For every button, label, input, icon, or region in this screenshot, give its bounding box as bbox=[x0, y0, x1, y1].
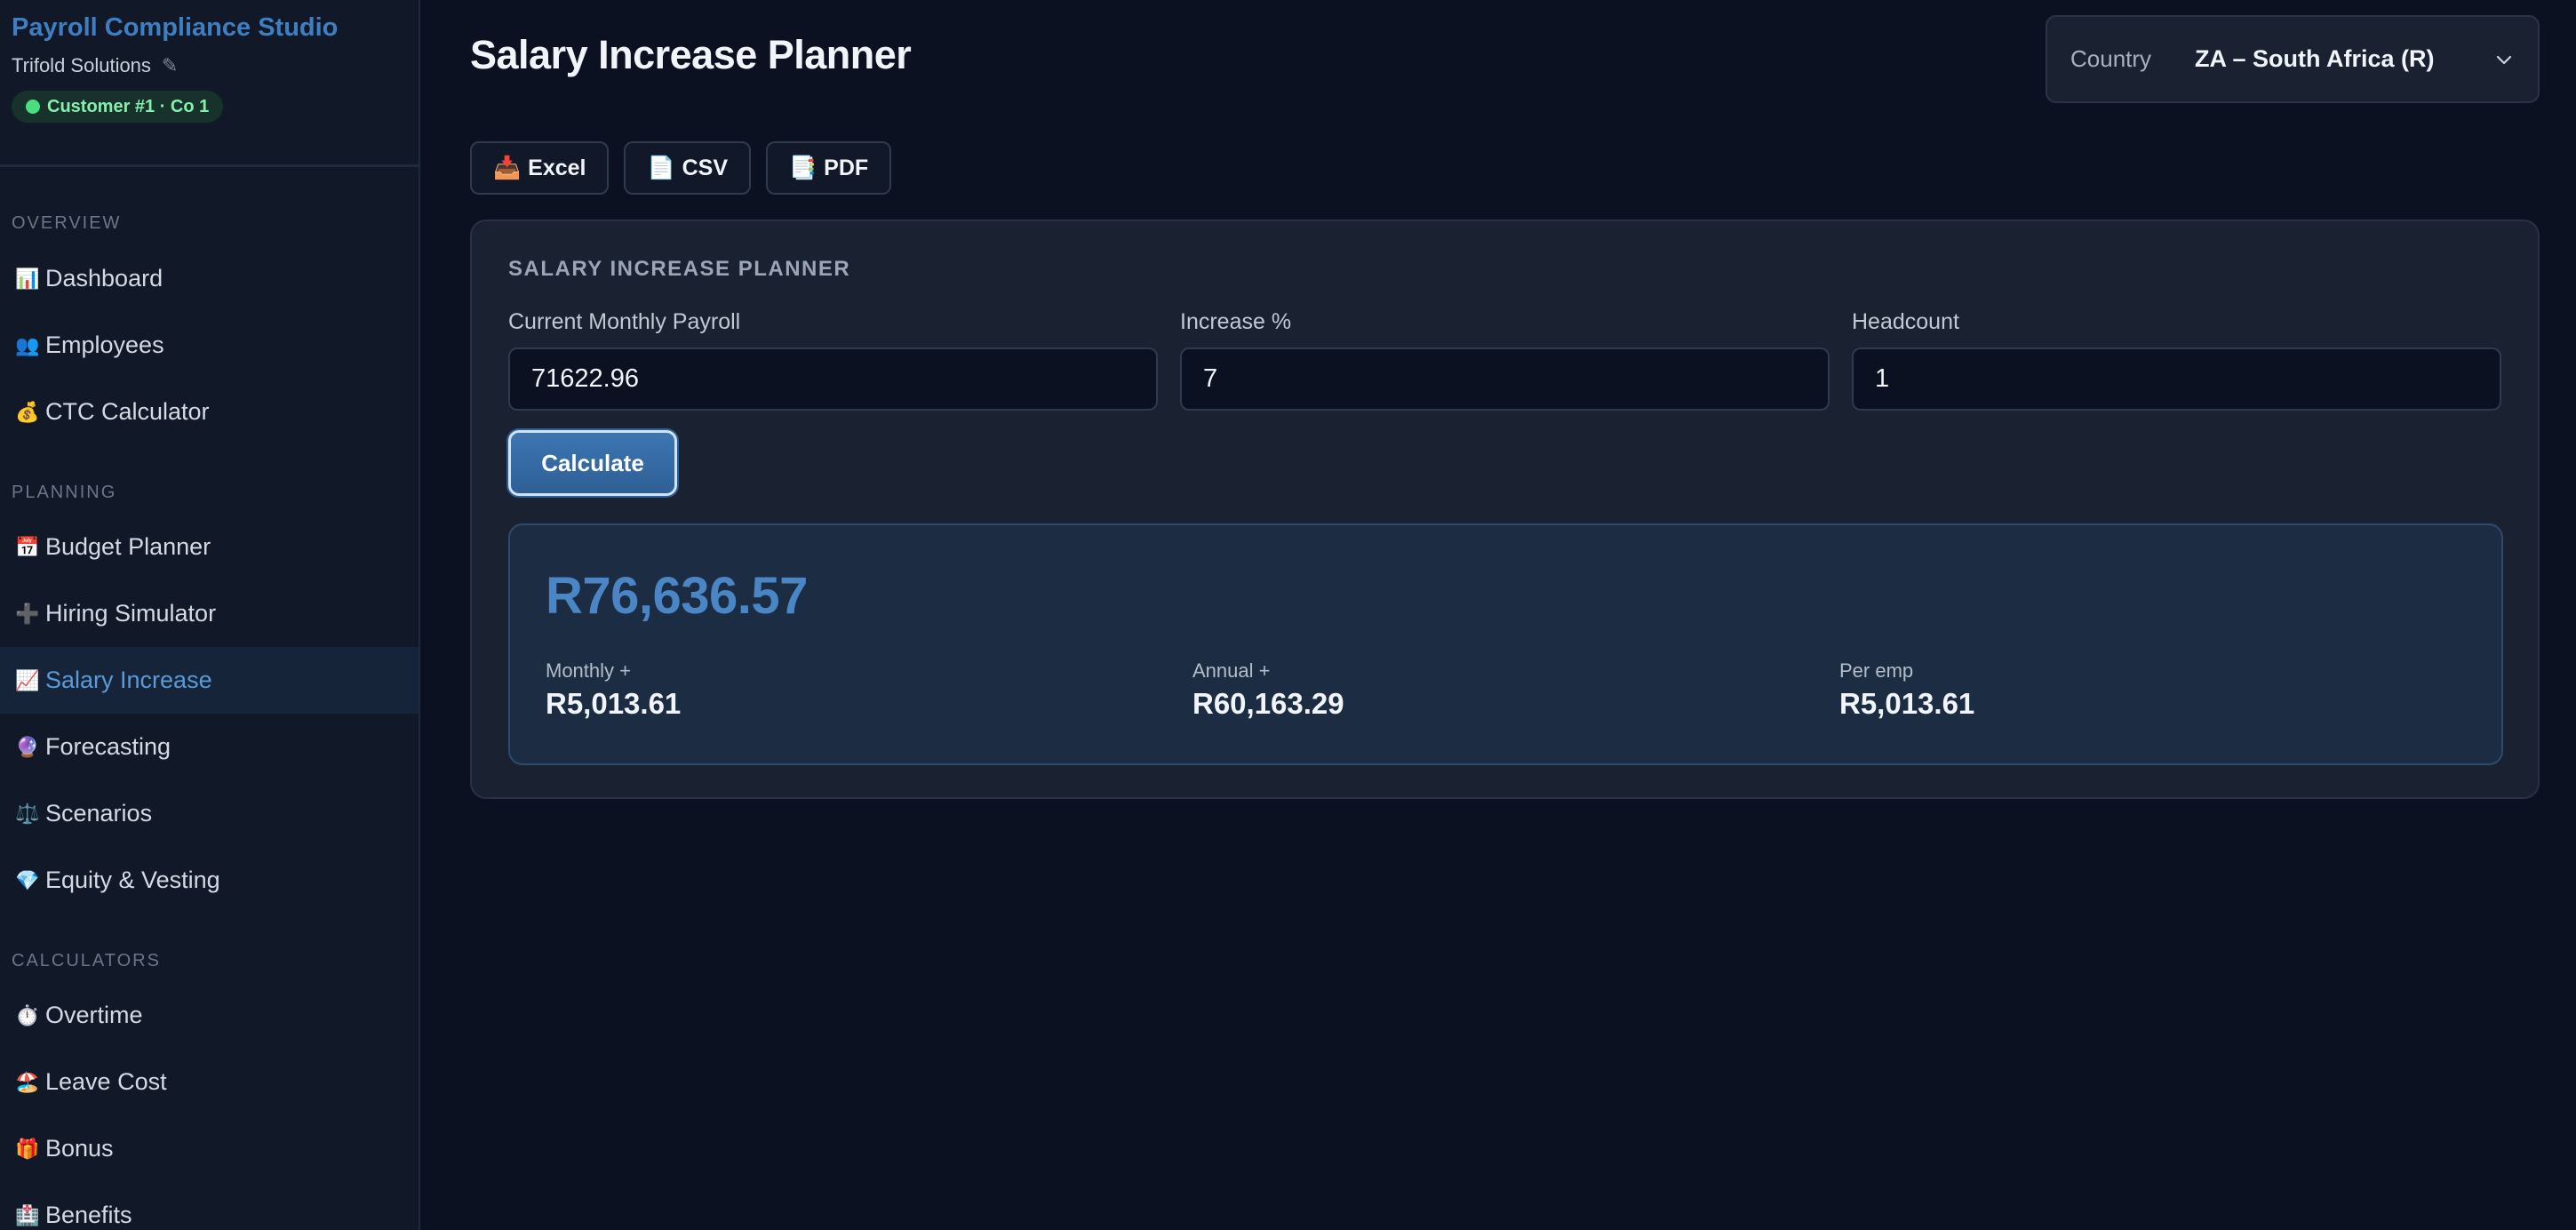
beach-icon: 🏖️ bbox=[15, 1070, 40, 1093]
headcount-field: Headcount 1 bbox=[1852, 308, 2501, 411]
sidebar-item-label: Employees bbox=[45, 331, 164, 358]
metric-per-employee-label: Per emp bbox=[1839, 659, 1914, 682]
export-pdf-button[interactable]: 📑 PDF bbox=[766, 141, 892, 195]
panel-title: SALARY INCREASE PLANNER bbox=[508, 257, 851, 281]
current-payroll-input[interactable]: 71622.96 bbox=[508, 347, 1158, 411]
sidebar-item-benefits[interactable]: 🏥 Benefits bbox=[0, 1182, 419, 1230]
crystal-ball-icon: 🔮 bbox=[15, 735, 40, 758]
sidebar-item-bonus[interactable]: 🎁 Bonus bbox=[0, 1115, 419, 1182]
country-value: ZA – South Africa (R) bbox=[2195, 45, 2435, 72]
trend-up-icon: 📈 bbox=[15, 668, 40, 691]
sidebar-item-label: Overtime bbox=[45, 1002, 143, 1028]
metric-annual-label: Annual + bbox=[1192, 659, 1271, 682]
nav-section-calculators: CALCULATORS bbox=[12, 951, 161, 970]
sidebar-item-leave-cost[interactable]: 🏖️ Leave Cost bbox=[0, 1049, 419, 1115]
sidebar-item-label: Equity & Vesting bbox=[45, 867, 220, 893]
metric-per-employee-value: R5,013.61 bbox=[1839, 687, 1975, 720]
sidebar-item-salary-increase[interactable]: 📈 Salary Increase bbox=[0, 647, 419, 714]
export-excel-label: Excel bbox=[528, 155, 586, 180]
calendar-icon: 📅 bbox=[15, 535, 40, 558]
app-root: Payroll Compliance Studio Trifold Soluti… bbox=[0, 0, 2576, 1230]
scales-icon: ⚖️ bbox=[15, 802, 40, 825]
export-excel-button[interactable]: 📥 Excel bbox=[470, 141, 610, 195]
sidebar-item-label: Leave Cost bbox=[45, 1068, 167, 1095]
headcount-input[interactable]: 1 bbox=[1852, 347, 2501, 411]
export-pdf-label: PDF bbox=[824, 155, 869, 180]
plus-icon: ➕ bbox=[15, 602, 40, 625]
pdf-document-icon: 📑 bbox=[789, 155, 817, 180]
metric-monthly: Monthly + R5,013.61 bbox=[546, 659, 681, 723]
chart-icon: 📊 bbox=[15, 267, 40, 290]
sidebar-item-scenarios[interactable]: ⚖️ Scenarios bbox=[0, 780, 419, 847]
metric-annual: Annual + R60,163.29 bbox=[1192, 659, 1344, 723]
nav-section-overview: OVERVIEW bbox=[12, 213, 122, 233]
customer-badge: Customer #1 · Co 1 bbox=[12, 91, 224, 123]
country-label: Country bbox=[2070, 45, 2152, 72]
export-toolbar: 📥 Excel 📄 CSV 📑 PDF bbox=[470, 141, 892, 195]
sidebar-item-overtime[interactable]: ⏱️ Overtime bbox=[0, 982, 419, 1049]
sidebar-item-dashboard[interactable]: 📊 Dashboard bbox=[0, 245, 419, 312]
money-bag-icon: 💰 bbox=[15, 400, 40, 423]
sidebar-item-employees[interactable]: 👥 Employees bbox=[0, 312, 419, 379]
page-title: Salary Increase Planner bbox=[470, 32, 912, 77]
current-payroll-field: Current Monthly Payroll 71622.96 bbox=[508, 308, 1158, 411]
current-payroll-label: Current Monthly Payroll bbox=[508, 309, 741, 334]
people-icon: 👥 bbox=[15, 333, 40, 356]
increase-percent-field: Increase % 7 bbox=[1180, 308, 1830, 411]
hospital-icon: 🏥 bbox=[15, 1203, 40, 1226]
sidebar-item-ctc-calculator[interactable]: 💰 CTC Calculator bbox=[0, 379, 419, 445]
sidebar-item-label: Benefits bbox=[45, 1202, 132, 1228]
increase-percent-input[interactable]: 7 bbox=[1180, 347, 1830, 411]
sidebar: Payroll Compliance Studio Trifold Soluti… bbox=[0, 0, 420, 1230]
metric-annual-value: R60,163.29 bbox=[1192, 687, 1344, 720]
gem-icon: 💎 bbox=[15, 868, 40, 891]
nav-section-planning: PLANNING bbox=[12, 483, 117, 502]
main-content: Salary Increase Planner Country ZA – Sou… bbox=[420, 0, 2576, 1230]
result-total: R76,636.57 bbox=[546, 567, 808, 625]
headcount-label: Headcount bbox=[1852, 309, 1959, 334]
metric-monthly-label: Monthly + bbox=[546, 659, 631, 682]
sidebar-item-forecasting[interactable]: 🔮 Forecasting bbox=[0, 714, 419, 780]
app-name[interactable]: Payroll Compliance Studio bbox=[12, 12, 407, 43]
metric-per-employee: Per emp R5,013.61 bbox=[1839, 659, 1974, 723]
stopwatch-icon: ⏱️ bbox=[15, 1003, 40, 1026]
sidebar-item-label: Salary Increase bbox=[45, 667, 212, 693]
customer-badge-label: Customer #1 · Co 1 bbox=[47, 96, 210, 116]
org-name: Trifold Solutions bbox=[12, 54, 151, 76]
status-dot-icon bbox=[26, 100, 40, 114]
sidebar-item-label: Dashboard bbox=[45, 265, 163, 292]
export-csv-label: CSV bbox=[682, 155, 729, 180]
sidebar-item-equity-vesting[interactable]: 💎 Equity & Vesting bbox=[0, 847, 419, 914]
org-row: Trifold Solutions ✎ bbox=[12, 53, 407, 78]
export-csv-button[interactable]: 📄 CSV bbox=[624, 141, 752, 195]
brand-block: Payroll Compliance Studio Trifold Soluti… bbox=[0, 0, 419, 167]
calculate-button[interactable]: Calculate bbox=[508, 430, 677, 496]
sidebar-item-label: Hiring Simulator bbox=[45, 600, 217, 627]
chevron-down-icon bbox=[2496, 55, 2512, 64]
sidebar-item-label: Budget Planner bbox=[45, 533, 211, 560]
sidebar-item-label: Scenarios bbox=[45, 800, 153, 827]
sidebar-item-budget-planner[interactable]: 📅 Budget Planner bbox=[0, 514, 419, 580]
increase-percent-label: Increase % bbox=[1180, 309, 1292, 334]
edit-icon[interactable]: ✎ bbox=[162, 53, 178, 78]
gift-icon: 🎁 bbox=[15, 1137, 40, 1160]
country-select[interactable]: Country ZA – South Africa (R) bbox=[2046, 15, 2540, 103]
salary-increase-panel: SALARY INCREASE PLANNER Current Monthly … bbox=[470, 220, 2540, 799]
result-card: R76,636.57 Monthly + R5,013.61 Annual + … bbox=[508, 523, 2503, 765]
sidebar-item-label: CTC Calculator bbox=[45, 398, 210, 425]
download-icon: 📥 bbox=[493, 155, 522, 180]
sidebar-item-label: Bonus bbox=[45, 1135, 114, 1162]
metric-monthly-value: R5,013.61 bbox=[546, 687, 682, 720]
sidebar-item-label: Forecasting bbox=[45, 733, 171, 760]
document-icon: 📄 bbox=[647, 155, 675, 180]
sidebar-item-hiring-simulator[interactable]: ➕ Hiring Simulator bbox=[0, 580, 419, 647]
